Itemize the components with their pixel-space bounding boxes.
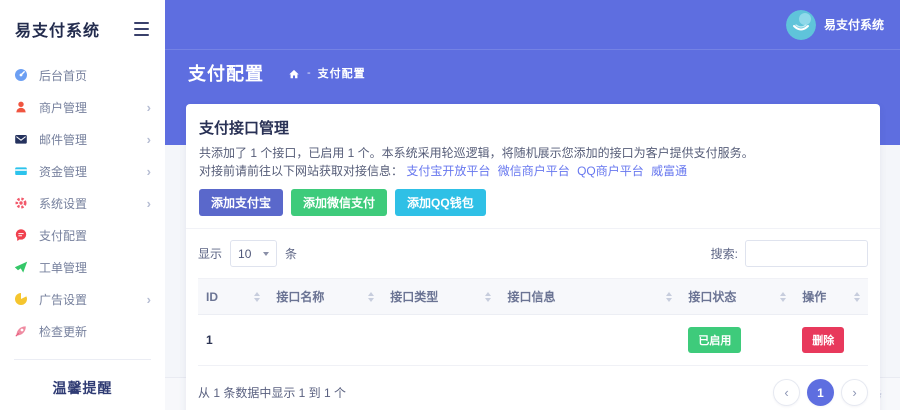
sidebar-item-check-update[interactable]: 检查更新 — [0, 315, 165, 347]
sidebar-item-label: 邮件管理 — [39, 132, 88, 147]
column-header-actions[interactable]: 操作 — [794, 278, 868, 315]
table-row: 1 已启用 删除 — [198, 314, 868, 366]
table-info-text: 从 1 条数据中显示 1 到 1 个 — [198, 386, 347, 400]
sidebar-note: 温馨提醒 — [52, 380, 113, 396]
delete-button[interactable]: 删除 — [802, 327, 845, 353]
sidebar-item-dashboard[interactable]: 后台首页 — [0, 59, 165, 91]
cell-interface-name — [268, 314, 383, 366]
search-input[interactable] — [745, 240, 868, 267]
page-title: 支付配置 — [188, 64, 264, 84]
column-header-interface-name[interactable]: 接口名称 — [268, 278, 383, 315]
column-header-interface-info[interactable]: 接口信息 — [499, 278, 681, 315]
sort-icon — [780, 291, 787, 302]
sidebar-item-system-settings[interactable]: 系统设置 › — [0, 187, 165, 219]
cell-id: 1 — [198, 314, 269, 366]
chevron-right-icon: › — [146, 195, 151, 211]
sidebar-item-label: 资金管理 — [39, 164, 88, 179]
sidebar-item-label: 广告设置 — [39, 292, 88, 307]
sidebar-item-label: 工单管理 — [39, 260, 88, 275]
chevron-right-icon: › — [146, 99, 151, 115]
cell-interface-info — [499, 314, 681, 366]
user-avatar-icon[interactable] — [785, 9, 816, 40]
interface-table: ID 接口名称 接口类型 接口信息 接口状态 操作 1 已启用 删除 — [198, 278, 868, 366]
sidebar-item-label: 系统设置 — [39, 196, 88, 211]
merchant-user-icon — [14, 100, 28, 114]
breadcrumb-current: 支付配置 — [317, 68, 366, 80]
chevron-right-icon: › — [146, 131, 151, 147]
sidebar-item-label: 检查更新 — [39, 324, 88, 339]
add-wechat-pay-button[interactable]: 添加微信支付 — [291, 189, 388, 216]
breadcrumb: - 支付配置 — [288, 65, 366, 81]
add-alipay-button[interactable]: 添加支付宝 — [199, 189, 284, 216]
cell-actions: 删除 — [794, 314, 868, 366]
user-menu[interactable]: 易支付系统 — [785, 9, 884, 40]
page-size-select[interactable]: 10 — [230, 240, 278, 267]
payment-config-icon — [14, 228, 28, 242]
sort-icon — [666, 291, 673, 302]
add-qq-wallet-button[interactable]: 添加QQ钱包 — [395, 189, 486, 216]
caret-down-icon — [263, 251, 270, 256]
sort-icon — [485, 291, 492, 302]
sidebar-item-payment-config[interactable]: 支付配置 — [0, 219, 165, 251]
status-enabled-badge[interactable]: 已启用 — [688, 327, 742, 353]
sidebar-item-merchants[interactable]: 商户管理 › — [0, 91, 165, 123]
link-alipay-open-platform[interactable]: 支付宝开放平台 — [406, 164, 490, 178]
ads-pie-icon — [14, 292, 28, 306]
link-weifutong[interactable]: 威富通 — [651, 164, 687, 178]
topbar-username: 易支付系统 — [823, 18, 884, 32]
pagination-next-button[interactable]: › — [841, 379, 868, 406]
breadcrumb-separator: - — [307, 67, 311, 79]
search-label: 搜索: — [710, 247, 738, 261]
desc-line2-prefix: 对接前请前往以下网站获取对接信息： — [199, 164, 404, 178]
page-size-value: 10 — [238, 246, 252, 261]
sidebar-divider — [14, 359, 151, 360]
entries-label: 条 — [285, 247, 298, 261]
sidebar-brand[interactable]: 易支付系统 — [15, 17, 100, 41]
sidebar-item-label: 商户管理 — [39, 100, 88, 115]
pagination-prev-button[interactable]: ‹ — [773, 379, 800, 406]
table-header-row: ID 接口名称 接口类型 接口信息 接口状态 操作 — [198, 278, 868, 315]
sidebar-item-label: 后台首页 — [39, 68, 88, 83]
payment-interface-card: 支付接口管理 共添加了 1 个接口，已启用 1 个。本系统采用轮巡逻辑，将随机展… — [186, 104, 880, 410]
sort-icon — [854, 291, 860, 302]
cell-interface-type — [382, 314, 500, 366]
topbar: 易支付系统 — [165, 0, 900, 50]
link-qq-merchant-platform[interactable]: QQ商户平台 — [577, 164, 644, 178]
sidebar-item-tickets[interactable]: 工单管理 — [0, 251, 165, 283]
sidebar-item-funds[interactable]: 资金管理 › — [0, 155, 165, 187]
sidebar: 易支付系统 后台首页 商户管理 › 邮件管理 › 资金管理 › 系统设置 › 支… — [0, 0, 165, 410]
update-rocket-icon — [14, 324, 28, 338]
ticket-plane-icon — [14, 260, 28, 274]
sidebar-menu: 后台首页 商户管理 › 邮件管理 › 资金管理 › 系统设置 › 支付配置 工单… — [0, 59, 165, 347]
sidebar-toggle-icon[interactable] — [134, 19, 149, 39]
column-header-id[interactable]: ID — [198, 278, 269, 315]
dashboard-icon — [14, 68, 28, 82]
pagination-page-1-button[interactable]: 1 — [807, 379, 834, 406]
card-title: 支付接口管理 — [199, 120, 290, 137]
cell-interface-status: 已启用 — [680, 314, 795, 366]
home-icon[interactable] — [288, 67, 300, 79]
card-description-line2: 对接前请前往以下网站获取对接信息： 支付宝开放平台 微信商户平台 QQ商户平台 … — [199, 162, 867, 180]
card-description-line1: 共添加了 1 个接口，已启用 1 个。本系统采用轮巡逻辑，将随机展示您添加的接口… — [199, 146, 754, 160]
show-label: 显示 — [198, 247, 223, 261]
sidebar-item-ads[interactable]: 广告设置 › — [0, 283, 165, 315]
sidebar-item-mail[interactable]: 邮件管理 › — [0, 123, 165, 155]
chevron-right-icon: › — [146, 291, 151, 307]
mail-icon — [14, 132, 28, 146]
sidebar-item-label: 支付配置 — [39, 228, 88, 243]
column-header-interface-type[interactable]: 接口类型 — [382, 278, 500, 315]
link-wechat-merchant-platform[interactable]: 微信商户平台 — [498, 164, 570, 178]
column-header-interface-status[interactable]: 接口状态 — [680, 278, 795, 315]
chevron-right-icon: › — [146, 163, 151, 179]
pagination: ‹ 1 › — [773, 379, 868, 406]
sort-icon — [368, 291, 375, 302]
gear-icon — [14, 196, 28, 210]
sort-icon — [254, 291, 261, 302]
funds-card-icon — [14, 164, 28, 178]
